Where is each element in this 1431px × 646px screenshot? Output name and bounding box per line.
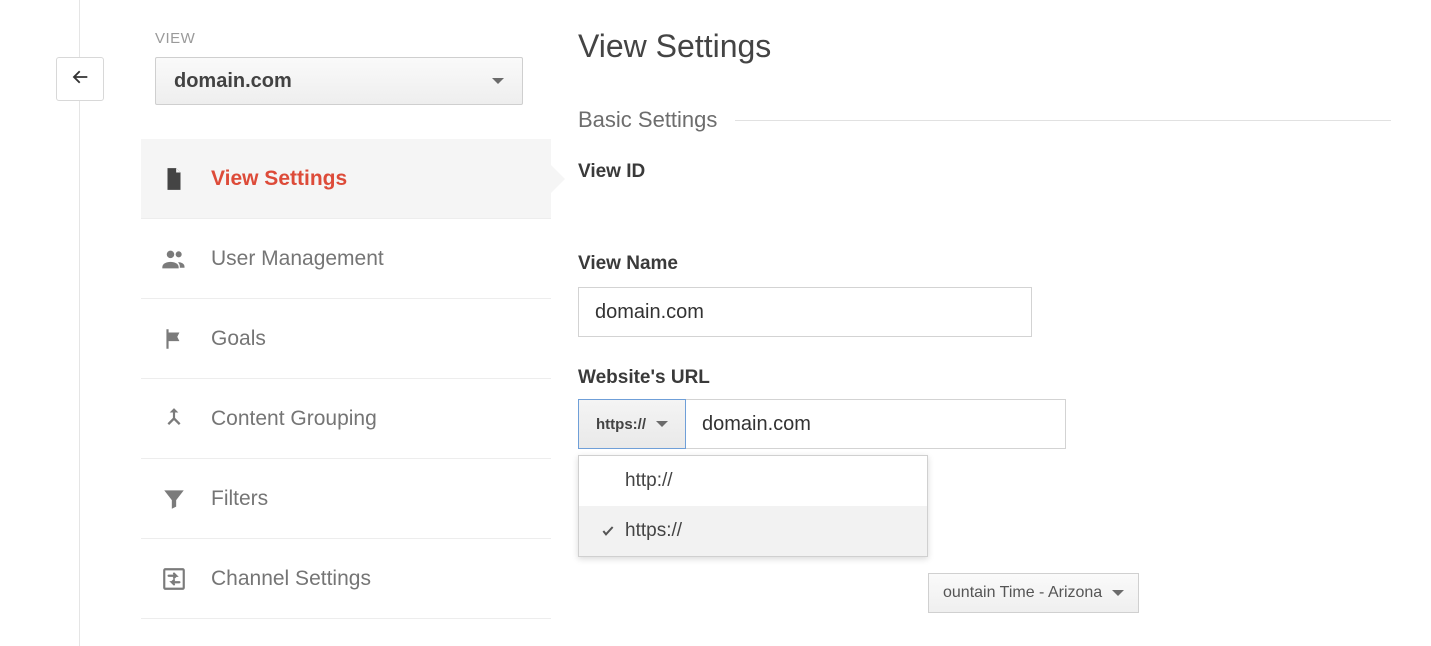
protocol-option-http[interactable]: http:// — [579, 456, 927, 506]
funnel-icon — [159, 484, 189, 514]
section-header-basic: Basic Settings — [578, 107, 1391, 133]
nav-item-user-management[interactable]: User Management — [141, 219, 551, 299]
flag-icon — [159, 324, 189, 354]
protocol-option-label: https:// — [625, 520, 682, 542]
nav-item-label: View Settings — [211, 167, 347, 191]
page-title: View Settings — [578, 28, 1391, 65]
nav-item-content-grouping[interactable]: Content Grouping — [141, 379, 551, 459]
nav-item-label: Goals — [211, 327, 266, 351]
nav-item-label: Filters — [211, 487, 268, 511]
caret-down-icon — [1112, 590, 1124, 596]
swap-icon — [159, 564, 189, 594]
website-url-label: Website's URL — [578, 367, 1391, 389]
protocol-dropdown-button[interactable]: https:// — [578, 399, 686, 449]
protocol-option-https[interactable]: https:// — [579, 506, 927, 556]
nav-list: View Settings User Management Goals Cont… — [141, 139, 551, 619]
section-title: Basic Settings — [578, 107, 717, 133]
back-arrow-icon — [69, 66, 91, 93]
nav-item-channel-settings[interactable]: Channel Settings — [141, 539, 551, 619]
website-url-input[interactable] — [686, 399, 1066, 449]
users-icon — [159, 244, 189, 274]
document-icon — [159, 164, 189, 194]
website-url-row: https:// — [578, 399, 1066, 449]
content-panel: View Settings Basic Settings View ID Vie… — [578, 0, 1431, 557]
view-name-label: View Name — [578, 253, 1391, 275]
protocol-selected: https:// — [596, 416, 646, 433]
view-id-label: View ID — [578, 161, 1391, 183]
timezone-value: ountain Time - Arizona — [943, 584, 1102, 602]
sidebar: VIEW domain.com View Settings User Manag… — [141, 0, 551, 619]
nav-item-label: Channel Settings — [211, 567, 371, 591]
nav-item-filters[interactable]: Filters — [141, 459, 551, 539]
protocol-dropdown-menu: http:// https:// — [578, 455, 928, 557]
nav-item-view-settings[interactable]: View Settings — [141, 139, 551, 219]
nav-item-goals[interactable]: Goals — [141, 299, 551, 379]
view-selector-dropdown[interactable]: domain.com — [155, 57, 523, 105]
check-icon — [599, 523, 617, 539]
view-section-label: VIEW — [155, 30, 551, 47]
caret-down-icon — [656, 421, 668, 427]
view-selector-value: domain.com — [174, 70, 292, 93]
timezone-dropdown[interactable]: ountain Time - Arizona — [928, 573, 1139, 613]
back-button[interactable] — [56, 57, 104, 101]
nav-item-label: Content Grouping — [211, 407, 377, 431]
nav-item-label: User Management — [211, 247, 384, 271]
view-name-input[interactable] — [578, 287, 1032, 337]
caret-down-icon — [492, 78, 504, 84]
merge-icon — [159, 404, 189, 434]
section-divider — [735, 120, 1391, 121]
protocol-option-label: http:// — [625, 470, 673, 492]
